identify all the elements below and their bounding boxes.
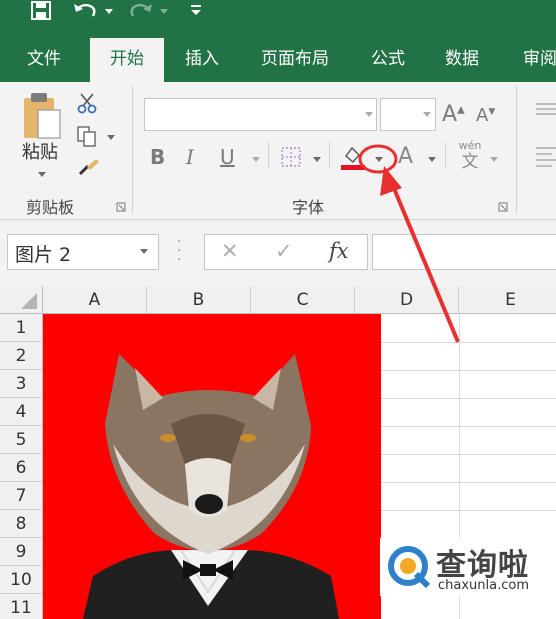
font-name-dropdown-icon[interactable]: [365, 112, 373, 117]
formula-input[interactable]: [372, 234, 556, 270]
copy-dropdown-icon[interactable]: [107, 135, 115, 140]
customize-qat-icon[interactable]: [190, 3, 202, 17]
select-all-button[interactable]: [0, 286, 43, 314]
row-header-11[interactable]: 11: [0, 594, 43, 619]
underline-dropdown-icon[interactable]: [252, 157, 260, 162]
tab-page-layout[interactable]: 页面布局: [250, 38, 340, 82]
name-box-dropdown-icon[interactable]: [140, 249, 148, 254]
tab-data[interactable]: 数据: [432, 38, 492, 82]
formula-bar-grip-icon[interactable]: · · ·: [177, 235, 181, 267]
row-header-10[interactable]: 10: [0, 566, 43, 594]
format-painter-icon[interactable]: [76, 156, 100, 178]
shrink-font-icon[interactable]: A▼: [476, 105, 495, 126]
clipboard-group-label: 剪贴板: [26, 198, 75, 217]
font-launcher-icon[interactable]: [498, 202, 508, 212]
quick-access-toolbar: [0, 0, 556, 38]
align-top-icon[interactable]: [534, 100, 556, 122]
picture-object[interactable]: [43, 314, 381, 619]
copy-icon[interactable]: [76, 125, 98, 147]
underline-button[interactable]: U: [220, 145, 235, 169]
undo-dropdown-icon[interactable]: [105, 9, 113, 14]
paste-icon: [24, 93, 61, 139]
borders-icon[interactable]: [280, 146, 302, 168]
borders-dropdown-icon[interactable]: [313, 157, 321, 162]
watermark-logo-icon: [388, 546, 431, 589]
row-header-9[interactable]: 9: [0, 538, 43, 566]
clipboard-launcher-icon[interactable]: [116, 202, 126, 212]
formula-buttons: ✕ ✓ fx: [204, 234, 368, 270]
phonetic-guide-icon[interactable]: wén 文: [456, 140, 484, 173]
tab-insert[interactable]: 插入: [170, 38, 234, 82]
column-header-a[interactable]: A: [43, 286, 147, 314]
paste-label: 粘贴: [22, 142, 58, 163]
tab-formulas[interactable]: 公式: [358, 38, 418, 82]
font-size-dropdown-icon[interactable]: [423, 112, 431, 117]
save-icon[interactable]: [30, 1, 52, 21]
font-group-label: 字体: [292, 198, 325, 217]
undo-icon[interactable]: [72, 0, 98, 22]
row-header-3[interactable]: 3: [0, 370, 43, 398]
grow-font-icon[interactable]: A▲: [442, 102, 465, 127]
paste-dropdown-icon[interactable]: [38, 172, 46, 177]
column-header-e[interactable]: E: [459, 286, 556, 314]
row-header-5[interactable]: 5: [0, 426, 43, 454]
row-header-8[interactable]: 8: [0, 510, 43, 538]
name-box[interactable]: 图片 2: [7, 234, 159, 270]
cut-icon[interactable]: [76, 92, 98, 114]
ribbon-home: 粘贴 剪贴板 A▲ A▼ B I U A wén 文 字体: [0, 82, 556, 220]
phonetic-dropdown-icon[interactable]: [490, 157, 498, 162]
row-header-2[interactable]: 2: [0, 342, 43, 370]
font-name-box[interactable]: [144, 98, 377, 131]
fill-color-icon[interactable]: [340, 142, 366, 172]
excel-window: 文件 开始 插入 页面布局 公式 数据 审阅 粘贴 剪贴板 A▲ A▼ B I …: [0, 0, 556, 619]
font-color-dropdown-icon[interactable]: [428, 157, 436, 162]
enter-button[interactable]: ✓: [275, 239, 293, 263]
redo-icon[interactable]: [128, 0, 154, 22]
fill-color-swatch: [341, 165, 365, 170]
align-left-icon[interactable]: [534, 144, 556, 170]
tab-file[interactable]: 文件: [12, 38, 76, 82]
column-header-d[interactable]: D: [355, 286, 459, 314]
formula-bar-row: 图片 2 · · · ✕ ✓ fx: [0, 220, 556, 286]
bold-button[interactable]: B: [150, 145, 165, 169]
font-color-button[interactable]: A: [398, 144, 413, 169]
worksheet-grid: A B C D E 1 2 3 4 5 6 7 8 9 10 11 查询啦 ch…: [0, 286, 556, 619]
row-header-4[interactable]: 4: [0, 398, 43, 426]
fill-color-dropdown-icon[interactable]: [375, 157, 383, 162]
ribbon-tabs: 文件 开始 插入 页面布局 公式 数据 审阅: [0, 38, 556, 82]
column-header-c[interactable]: C: [251, 286, 355, 314]
redo-dropdown-icon[interactable]: [160, 9, 168, 14]
tab-review[interactable]: 审阅: [510, 38, 556, 82]
cancel-button[interactable]: ✕: [221, 239, 239, 263]
row-header-1[interactable]: 1: [0, 314, 43, 342]
row-header-6[interactable]: 6: [0, 454, 43, 482]
watermark: 查询啦 chaxunla.com: [380, 538, 556, 596]
tab-home[interactable]: 开始: [90, 38, 164, 82]
row-header-7[interactable]: 7: [0, 482, 43, 510]
insert-function-button[interactable]: fx: [329, 239, 349, 263]
italic-button[interactable]: I: [186, 145, 194, 169]
watermark-url: chaxunla.com: [438, 578, 529, 593]
select-all-icon: [21, 293, 37, 309]
column-header-b[interactable]: B: [147, 286, 251, 314]
